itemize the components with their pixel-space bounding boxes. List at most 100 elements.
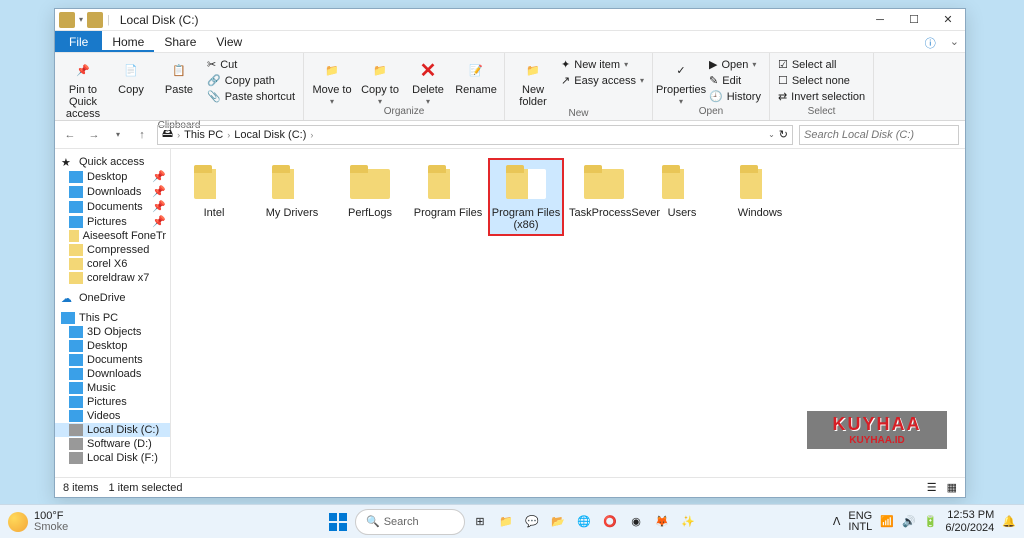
share-tab[interactable]: Share — [154, 31, 206, 52]
folder-mydrivers[interactable]: My Drivers — [255, 159, 329, 235]
address-bar[interactable]: 🖴 › This PC › Local Disk (C:) › ⌄ ↻ — [157, 125, 793, 145]
view-details-icon[interactable]: ☰ — [927, 481, 937, 494]
crumb-thispc[interactable]: This PC — [184, 129, 223, 141]
tree-localf[interactable]: Local Disk (F:) — [55, 451, 170, 465]
firefox-icon[interactable]: 🦊 — [651, 511, 673, 533]
task-view-icon[interactable]: ⊞ — [469, 511, 491, 533]
new-item-button[interactable]: ✦New item▾ — [559, 57, 646, 72]
folder-icon — [69, 244, 83, 256]
rename-button[interactable]: 📝Rename — [454, 55, 498, 96]
move-to-button[interactable]: 📁Move to▾ — [310, 55, 354, 106]
open-button[interactable]: ▶Open▾ — [707, 57, 763, 72]
folder-windows[interactable]: Windows — [723, 159, 797, 235]
tree-localc[interactable]: Local Disk (C:) — [55, 423, 170, 437]
lang-line2[interactable]: INTL — [848, 522, 872, 533]
tree-tpdocs[interactable]: Documents — [55, 353, 170, 367]
lang-line1[interactable]: ENG — [848, 511, 872, 522]
status-selected: 1 item selected — [108, 482, 182, 494]
tree-documents[interactable]: Documents📌 — [55, 199, 170, 214]
tree-quick-access[interactable]: ★Quick access — [55, 155, 170, 169]
volume-icon[interactable]: 🔊 — [902, 515, 916, 528]
tree-tpdown[interactable]: Downloads — [55, 367, 170, 381]
tree-downloads[interactable]: Downloads📌 — [55, 184, 170, 199]
tree-coreldraw[interactable]: coreldraw x7 — [55, 271, 170, 285]
notifications-icon[interactable]: 🔔 — [1002, 515, 1016, 528]
edit-button[interactable]: ✎Edit — [707, 73, 763, 88]
history-dropdown[interactable]: ▾ — [109, 126, 127, 144]
teams-icon[interactable]: 💬 — [521, 511, 543, 533]
easy-access-button[interactable]: ↗Easy access▾ — [559, 73, 646, 88]
new-group-label: New — [511, 108, 646, 120]
start-button[interactable] — [325, 509, 351, 535]
crumb-localc[interactable]: Local Disk (C:) — [234, 129, 306, 141]
view-tab[interactable]: View — [206, 31, 252, 52]
clock[interactable]: 12:53 PM 6/20/2024 — [945, 509, 994, 533]
back-button[interactable]: ← — [61, 126, 79, 144]
history-button[interactable]: 🕘History — [707, 89, 763, 104]
refresh-icon[interactable]: ↻ — [779, 128, 788, 141]
minimize-button[interactable]: ─ — [863, 9, 897, 31]
copy-to-button[interactable]: 📁Copy to▾ — [358, 55, 402, 106]
folder-icon — [658, 163, 706, 203]
tree-compressed[interactable]: Compressed — [55, 243, 170, 257]
tray-chevron-icon[interactable]: ᐱ — [833, 515, 841, 528]
delete-button[interactable]: ✕Delete▾ — [406, 55, 450, 106]
copy-icon: 📄 — [118, 57, 144, 83]
dell-icon[interactable]: ◉ — [625, 511, 647, 533]
taskbar-search[interactable]: 🔍 Search — [355, 509, 465, 535]
forward-button[interactable]: → — [85, 126, 103, 144]
view-large-icon[interactable]: ▦ — [947, 481, 957, 494]
help-icon[interactable]: ⓘ — [917, 31, 944, 52]
folder-perflogs[interactable]: PerfLogs — [333, 159, 407, 235]
qat-dropdown-icon[interactable]: ▾ — [79, 15, 83, 24]
tree-tppics[interactable]: Pictures — [55, 395, 170, 409]
weather-widget[interactable]: 100°F Smoke — [8, 511, 68, 533]
tree-pictures[interactable]: Pictures📌 — [55, 214, 170, 229]
tree-onedrive[interactable]: ☁OneDrive — [55, 291, 170, 305]
invert-selection-button[interactable]: ⇄Invert selection — [776, 89, 867, 104]
tree-music[interactable]: Music — [55, 381, 170, 395]
explorer-icon[interactable]: 📁 — [495, 511, 517, 533]
home-tab[interactable]: Home — [102, 31, 154, 52]
up-button[interactable]: ↑ — [133, 126, 151, 144]
battery-icon[interactable]: 🔋 — [924, 515, 938, 528]
copy-button[interactable]: 📄Copy — [109, 55, 153, 96]
tree-tpdesktop[interactable]: Desktop — [55, 339, 170, 353]
folder-users[interactable]: Users — [645, 159, 719, 235]
copilot-icon[interactable]: ✨ — [677, 511, 699, 533]
file-tab[interactable]: File — [55, 31, 102, 52]
paste-shortcut-button[interactable]: 📎Paste shortcut — [205, 89, 297, 104]
titlebar[interactable]: ▾ | Local Disk (C:) ─ ☐ ✕ — [55, 9, 965, 31]
folder-intel[interactable]: Intel — [177, 159, 251, 235]
tree-videos[interactable]: Videos — [55, 409, 170, 423]
search-input[interactable] — [799, 125, 959, 145]
tree-aiseesoft[interactable]: Aiseesoft FoneTr — [55, 229, 170, 243]
cut-button[interactable]: ✂Cut — [205, 57, 297, 72]
paste-button[interactable]: 📋Paste — [157, 55, 201, 96]
maximize-button[interactable]: ☐ — [897, 9, 931, 31]
tree-desktop[interactable]: Desktop📌 — [55, 169, 170, 184]
folder-programfiles-x86[interactable]: Program Files (x86) — [489, 159, 563, 235]
tree-corelx6[interactable]: corel X6 — [55, 257, 170, 271]
tree-3dobjects[interactable]: 3D Objects — [55, 325, 170, 339]
folder-programfiles[interactable]: Program Files — [411, 159, 485, 235]
folder-pane[interactable]: Intel My Drivers PerfLogs Program Files … — [171, 149, 965, 477]
copy-path-button[interactable]: 🔗Copy path — [205, 73, 297, 88]
new-folder-button[interactable]: 📁New folder — [511, 55, 555, 108]
taskbar[interactable]: 100°F Smoke 🔍 Search ⊞ 📁 💬 📂 🌐 ⭕ ◉ 🦊 ✨ ᐱ… — [0, 504, 1024, 538]
select-none-button[interactable]: ☐Select none — [776, 73, 867, 88]
explorer2-icon[interactable]: 📂 — [547, 511, 569, 533]
wifi-icon[interactable]: 📶 — [880, 515, 894, 528]
chrome-icon[interactable]: ⭕ — [599, 511, 621, 533]
properties-button[interactable]: ✓Properties▾ — [659, 55, 703, 106]
close-button[interactable]: ✕ — [931, 9, 965, 31]
edge-icon[interactable]: 🌐 — [573, 511, 595, 533]
select-all-button[interactable]: ☑Select all — [776, 57, 867, 72]
pin-button[interactable]: 📌Pin to Quick access — [61, 55, 105, 120]
addr-dropdown-icon[interactable]: ⌄ — [768, 130, 775, 139]
tree-softd[interactable]: Software (D:) — [55, 437, 170, 451]
collapse-ribbon-icon[interactable]: ⌄ — [944, 31, 965, 52]
folder-taskprocess[interactable]: TaskProcessSever — [567, 159, 641, 235]
nav-tree[interactable]: ★Quick access Desktop📌 Downloads📌 Docume… — [55, 149, 171, 477]
tree-thispc[interactable]: This PC — [55, 311, 170, 325]
